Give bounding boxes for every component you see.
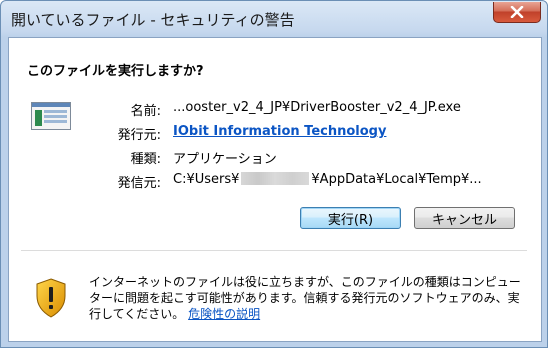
cancel-button[interactable]: キャンセル: [414, 207, 515, 229]
window-title: 開いているファイル - セキュリティの警告: [11, 11, 295, 29]
name-label: 名前:: [130, 104, 161, 119]
run-button[interactable]: 実行(R): [300, 207, 401, 229]
run-question: このファイルを実行しますか?: [27, 64, 204, 79]
file-name-value: ...ooster_v2_4_JP¥DriverBooster_v2_4_JP.…: [173, 100, 461, 115]
warning-text: インターネットのファイルは役に立ちますが、このファイルの種類はコンピューターに問…: [89, 275, 521, 321]
redacted-username: [241, 172, 310, 185]
security-warning-window: 開いているファイル - セキュリティの警告 このファイルを実行しますか? 名前:…: [0, 0, 548, 348]
close-button[interactable]: [493, 2, 541, 23]
application-file-icon: [31, 102, 71, 130]
file-path-suffix: ¥AppData¥Local¥Temp¥...: [311, 172, 482, 187]
risk-explanation-link[interactable]: 危険性の説明: [188, 307, 260, 321]
dialog-body: このファイルを実行しますか? 名前: ...ooster_v2_4_JP¥Dri…: [8, 37, 542, 342]
security-shield-icon: [36, 278, 66, 318]
section-divider: [21, 250, 527, 251]
warning-message: インターネットのファイルは役に立ちますが、このファイルの種類はコンピューターに問…: [89, 274, 529, 322]
file-type-value: アプリケーション: [173, 152, 277, 167]
close-icon: [510, 6, 524, 18]
title-bar[interactable]: 開いているファイル - セキュリティの警告: [1, 1, 547, 37]
from-label: 発信元:: [117, 176, 161, 191]
file-path-value: C:¥Users¥ ¥AppData¥Local¥Temp¥...: [173, 172, 482, 187]
publisher-label: 発行元:: [117, 128, 161, 143]
type-label: 種類:: [130, 152, 161, 167]
publisher-link[interactable]: IObit Information Technology: [173, 124, 386, 139]
file-path-prefix: C:¥Users¥: [173, 172, 240, 187]
